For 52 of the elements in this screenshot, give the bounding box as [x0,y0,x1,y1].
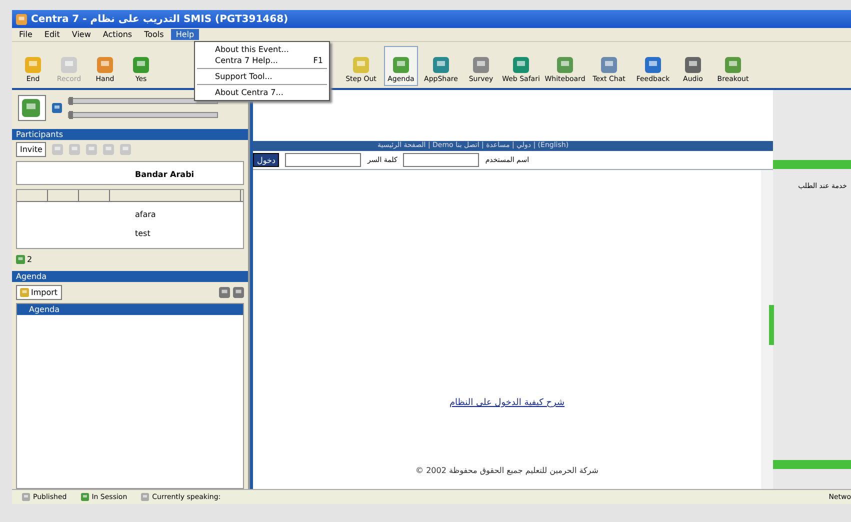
tool-icon [685,57,701,73]
menu-item[interactable]: File [14,29,38,40]
panel-header: Participants [12,129,248,140]
slider-thumb[interactable] [69,97,73,105]
tool-icon [473,57,489,73]
participant-name[interactable]: test [135,229,150,238]
menu-item[interactable]: About this Event... [195,44,329,55]
invite-button[interactable]: Invite [16,142,46,157]
tool-icon [353,57,369,73]
tool-icon [513,57,529,73]
video-button[interactable] [18,95,46,121]
menu-item[interactable]: Actions [98,29,138,40]
status-icon [80,493,89,501]
tool-icon [103,144,114,155]
menu-item[interactable]: Tools [139,29,169,40]
app-icon [16,14,27,24]
login-button[interactable]: دخول [253,153,280,167]
tool-icon [86,144,98,155]
splitter-handle[interactable] [769,305,774,345]
menu-item[interactable]: Support Tool... [195,71,329,82]
tool-icon [433,57,449,73]
tool-icon [393,57,409,73]
window-title: Centra 7 - التدريب على نظام SMIS (PGT391468) [12,10,851,28]
tool-icon [61,57,77,73]
tool-icon [52,144,64,155]
agenda-item[interactable]: Agenda [17,304,243,315]
username-field[interactable] [403,153,480,167]
participant-count: 2 [27,255,32,264]
copyright-text: © 2002 شركة الحرمين للتعليم جميع الحقوق محفوظة [416,466,598,475]
tool-icon [69,144,80,155]
import-button[interactable]: Import [16,285,62,300]
tool-icon [25,57,41,73]
menu-item[interactable]: Centra 7 Help... F1 [195,55,329,66]
tool-icon [97,57,113,73]
status-icon [141,493,150,501]
participant-name[interactable]: afara [135,210,156,219]
tool-icon [133,57,149,73]
tool-icon [725,57,741,73]
tool-icon [557,57,573,73]
panel-header: Agenda [12,271,248,282]
tool-icon [601,57,617,73]
password-field[interactable] [285,153,362,167]
menu-item[interactable]: About Centra 7... [195,87,329,98]
status-icon [22,493,30,501]
slider-thumb[interactable] [69,111,73,119]
speaker-name: Bandar Arabi [135,170,194,179]
menu-item[interactable]: Help [170,29,200,40]
menu-item[interactable]: Edit [39,29,65,40]
help-link[interactable]: شرح كيفية الدخول على النظام [449,398,565,408]
menu-item[interactable]: View [66,29,96,40]
tool-icon [645,57,661,73]
tool-icon [120,144,132,155]
